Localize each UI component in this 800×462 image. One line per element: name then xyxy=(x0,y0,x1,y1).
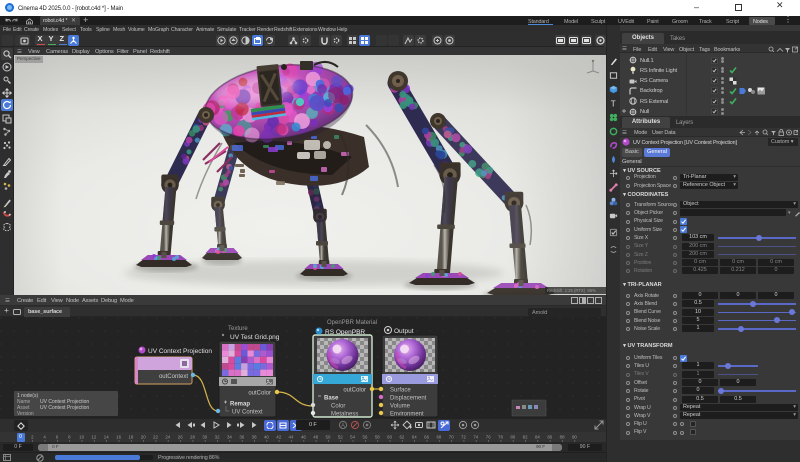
svg-text:82: 82 xyxy=(523,435,528,440)
svg-text:A: A xyxy=(341,423,345,429)
svg-text:10: 10 xyxy=(79,435,84,440)
svg-text:76: 76 xyxy=(486,435,491,440)
svg-text:24: 24 xyxy=(165,435,170,440)
svg-text:Version: Version xyxy=(17,411,34,417)
svg-text:Texture: Texture xyxy=(228,326,248,332)
svg-text:8: 8 xyxy=(68,435,71,440)
svg-text:44: 44 xyxy=(289,435,294,440)
svg-text:outColor: outColor xyxy=(343,388,366,394)
svg-text:78: 78 xyxy=(498,435,503,440)
svg-text:T: T xyxy=(611,100,616,108)
svg-text:Remap: Remap xyxy=(230,402,250,408)
svg-text:18: 18 xyxy=(128,435,133,440)
svg-text:6: 6 xyxy=(56,435,59,440)
svg-text:14: 14 xyxy=(104,435,109,440)
svg-text:RS OpenPBR: RS OpenPBR xyxy=(325,329,365,336)
svg-text:16: 16 xyxy=(116,435,121,440)
svg-text:48: 48 xyxy=(313,435,318,440)
svg-text:62: 62 xyxy=(399,435,404,440)
svg-text:26: 26 xyxy=(178,435,183,440)
svg-text:outContext: outContext xyxy=(159,374,188,380)
svg-text:Metalness: Metalness xyxy=(331,412,358,418)
svg-text:38: 38 xyxy=(252,435,257,440)
svg-text:80: 80 xyxy=(510,435,515,440)
svg-text:UV Context Projection: UV Context Projection xyxy=(148,348,212,355)
svg-text:28: 28 xyxy=(190,435,195,440)
svg-text:60: 60 xyxy=(387,435,392,440)
svg-text:70: 70 xyxy=(449,435,454,440)
svg-text:74: 74 xyxy=(473,435,478,440)
svg-text:22: 22 xyxy=(153,435,158,440)
svg-text:Surface: Surface xyxy=(390,388,411,394)
svg-text:56: 56 xyxy=(363,435,368,440)
svg-text:46: 46 xyxy=(301,435,306,440)
svg-text:2: 2 xyxy=(31,435,34,440)
svg-text:UV Context: UV Context xyxy=(232,410,263,416)
svg-text:Output: Output xyxy=(394,328,414,335)
svg-text:Base: Base xyxy=(324,396,339,402)
svg-text:52: 52 xyxy=(338,435,343,440)
svg-text:12: 12 xyxy=(91,435,96,440)
svg-text:72: 72 xyxy=(461,435,466,440)
svg-text:outColor: outColor xyxy=(248,391,271,397)
svg-text:Volume: Volume xyxy=(390,404,411,410)
svg-text:84: 84 xyxy=(535,435,540,440)
svg-text:Displacement: Displacement xyxy=(390,396,427,402)
svg-text:58: 58 xyxy=(375,435,380,440)
svg-text:54: 54 xyxy=(350,435,355,440)
svg-text:UV Test Grid.png: UV Test Grid.png xyxy=(230,334,280,341)
svg-text:34: 34 xyxy=(227,435,232,440)
svg-text:40: 40 xyxy=(264,435,269,440)
svg-text:30: 30 xyxy=(202,435,207,440)
svg-text:42: 42 xyxy=(276,435,281,440)
svg-text:88: 88 xyxy=(560,435,565,440)
svg-text:50: 50 xyxy=(326,435,331,440)
svg-text:64: 64 xyxy=(412,435,417,440)
svg-text:UV Context Projection: UV Context Projection xyxy=(40,405,89,411)
svg-text:32: 32 xyxy=(215,435,220,440)
svg-text:4: 4 xyxy=(43,435,46,440)
svg-text:66: 66 xyxy=(424,435,429,440)
svg-text:36: 36 xyxy=(239,435,244,440)
svg-text:Environment: Environment xyxy=(390,412,424,418)
svg-text:20: 20 xyxy=(141,435,146,440)
svg-text:Color: Color xyxy=(331,404,345,410)
svg-text:86: 86 xyxy=(547,435,552,440)
svg-text:68: 68 xyxy=(436,435,441,440)
svg-text:90: 90 xyxy=(572,435,577,440)
svg-text:OpenPBR Material: OpenPBR Material xyxy=(327,320,377,326)
